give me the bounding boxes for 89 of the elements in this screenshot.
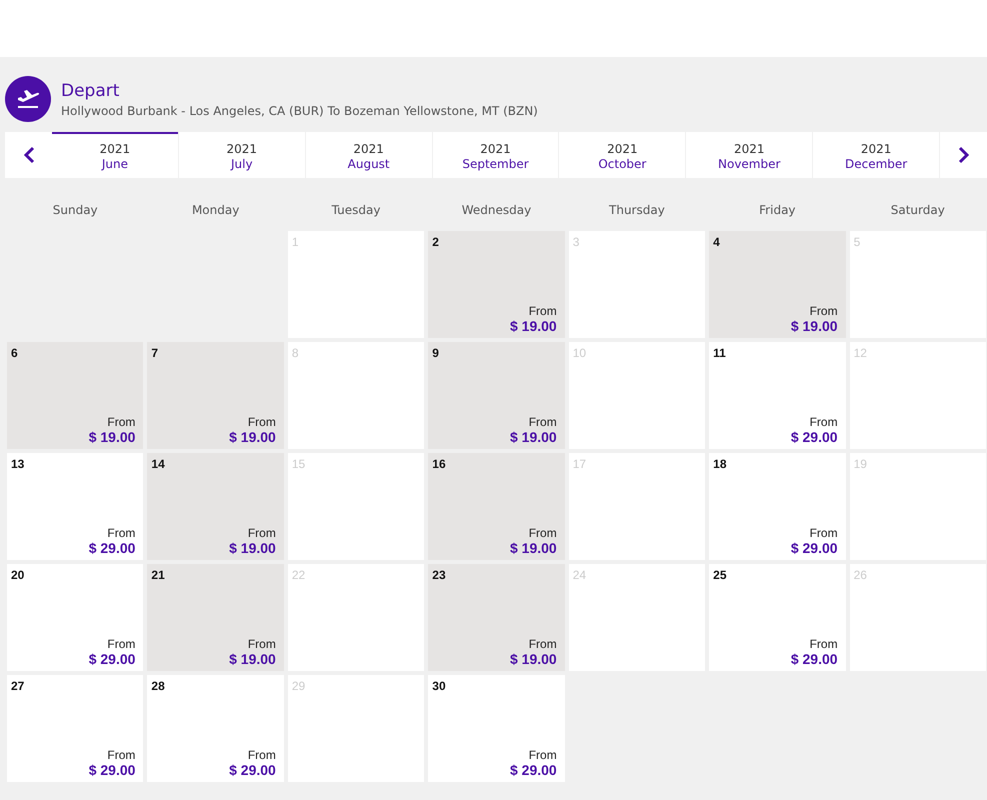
month-tab[interactable]: 2021 October [559, 132, 686, 178]
day-cell[interactable]: 14 From $ 19.00 [147, 453, 284, 560]
day-number: 11 [713, 346, 726, 360]
chevron-right-icon [958, 146, 970, 164]
day-cell[interactable]: 28 From $ 29.00 [147, 675, 284, 782]
day-number: 20 [11, 568, 24, 582]
price-text: $ 19.00 [790, 318, 838, 334]
day-cell[interactable]: 27 From $ 29.00 [7, 675, 144, 782]
day-cell[interactable]: 6 From $ 19.00 [7, 342, 144, 449]
month-tab[interactable]: 2021 July [178, 132, 305, 178]
route-text: Hollywood Burbank - Los Angeles, CA (BUR) To Bozeman Yellowstone, MT (BZN) [61, 104, 538, 118]
day-number: 4 [713, 235, 720, 249]
day-cell[interactable]: 18 From $ 29.00 [709, 453, 846, 560]
price-text: $ 19.00 [510, 651, 557, 667]
price-text: $ 29.00 [88, 762, 136, 778]
weekday-label: Tuesday [330, 203, 382, 219]
price-text: $ 29.00 [790, 429, 838, 445]
day-number: 18 [713, 457, 726, 471]
day-number: 28 [151, 679, 165, 693]
from-label: From [248, 637, 276, 651]
day-number: 16 [432, 457, 446, 471]
weekday-label: Monday [190, 203, 240, 219]
month-tab[interactable]: 2021 August [306, 132, 432, 178]
from-label: From [107, 526, 136, 540]
price-text: $ 19.00 [229, 540, 276, 556]
day-cell[interactable]: 2 From $ 19.00 [428, 231, 565, 338]
from-label: From [528, 415, 557, 429]
from-label: From [107, 415, 136, 429]
day-number: 13 [11, 457, 24, 471]
day-cell[interactable]: 23 From $ 19.00 [428, 564, 565, 671]
from-label: From [810, 415, 838, 429]
next-button[interactable] [940, 132, 987, 178]
weekday-label: Wednesday [460, 203, 532, 219]
price-text: $ 19.00 [88, 429, 136, 445]
day-number: 23 [432, 568, 446, 582]
chevron-left-icon [22, 146, 34, 164]
day-cell[interactable]: 21 From $ 19.00 [147, 564, 284, 671]
from-label: From [528, 304, 557, 318]
weekday-label: Friday [758, 203, 797, 219]
day-cell[interactable]: 4 From $ 19.00 [709, 231, 846, 338]
price-text: $ 19.00 [510, 318, 557, 334]
price-text: $ 29.00 [790, 651, 838, 667]
price-text: $ 29.00 [229, 762, 276, 778]
day-number: 7 [151, 346, 158, 360]
price-text: $ 29.00 [510, 762, 557, 778]
from-label: From [528, 526, 557, 540]
section-title: Depart [61, 80, 120, 100]
day-cell[interactable]: 7 From $ 19.00 [147, 342, 284, 449]
day-number: 6 [11, 346, 18, 360]
day-cell[interactable]: 11 From $ 29.00 [709, 342, 846, 449]
price-text: $ 29.00 [790, 540, 838, 556]
price-text: $ 29.00 [88, 651, 136, 667]
price-text: $ 19.00 [229, 429, 276, 445]
weekday-label: Saturday [890, 203, 946, 219]
from-label: From [248, 415, 276, 429]
day-number: 14 [151, 457, 165, 471]
day-number: 9 [432, 346, 439, 360]
day-cell[interactable]: 13 From $ 29.00 [7, 453, 144, 560]
weekday-label: Sunday [52, 203, 99, 219]
price-text: $ 19.00 [510, 429, 557, 445]
day-cell[interactable]: 25 From $ 29.00 [709, 564, 846, 671]
from-label: From [810, 526, 838, 540]
month-tab[interactable]: 2021 November [686, 132, 812, 178]
price-text: $ 19.00 [229, 651, 276, 667]
day-cell[interactable]: 30 From $ 29.00 [428, 675, 565, 782]
plane-departure-icon [5, 76, 51, 122]
day-number: 25 [713, 568, 726, 582]
from-label: From [810, 637, 838, 651]
month-tab[interactable]: 2021 December [813, 132, 940, 178]
day-cell[interactable]: 9 From $ 19.00 [428, 342, 565, 449]
previous-button[interactable] [5, 132, 52, 178]
month-tab[interactable]: 2021 June [52, 132, 178, 178]
from-label: From [810, 304, 838, 318]
day-number: 30 [432, 679, 446, 693]
from-label: From [528, 748, 557, 762]
from-label: From [248, 748, 276, 762]
day-cell[interactable]: 20 From $ 29.00 [7, 564, 144, 671]
day-cell[interactable]: 16 From $ 19.00 [428, 453, 565, 560]
month-tab[interactable]: 2021 September [432, 132, 558, 178]
from-label: From [528, 637, 557, 651]
from-label: From [107, 637, 136, 651]
from-label: From [107, 748, 136, 762]
from-label: From [248, 526, 276, 540]
day-number: 27 [11, 679, 24, 693]
price-text: $ 19.00 [510, 540, 557, 556]
day-number: 21 [151, 568, 165, 582]
weekday-label: Thursday [608, 203, 666, 219]
day-number: 2 [432, 235, 439, 249]
price-text: $ 29.00 [88, 540, 136, 556]
